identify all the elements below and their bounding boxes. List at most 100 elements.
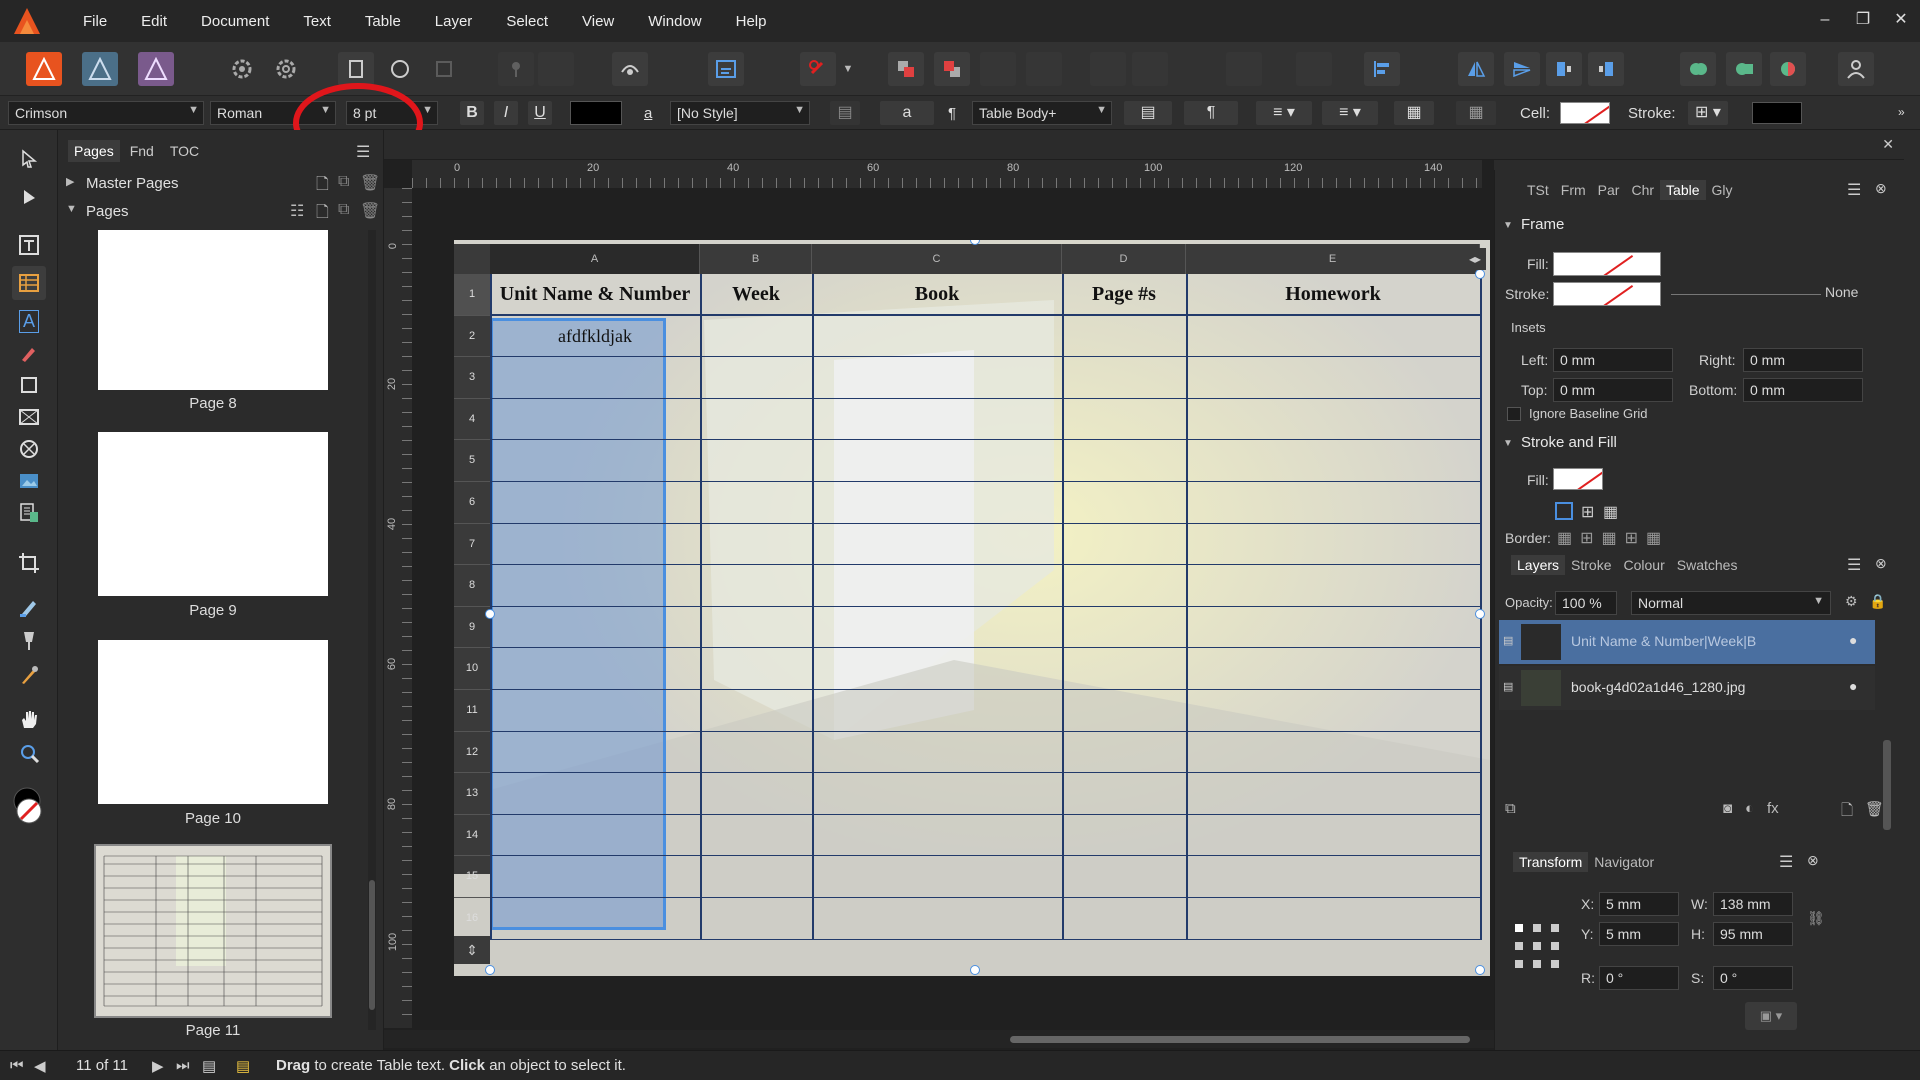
opacity-input[interactable]: 100 % xyxy=(1555,591,1617,615)
layer-expand-icon[interactable]: ▤ xyxy=(1503,680,1513,693)
preferences-gear-icon[interactable] xyxy=(224,52,260,86)
selection-handle[interactable] xyxy=(1475,965,1485,975)
horizontal-ruler[interactable]: 0 20 40 60 80 100 120 140 xyxy=(412,160,1482,188)
master-pages-section[interactable]: ▶ Master Pages 🗋 ⧉ 🗑 xyxy=(62,172,380,196)
border-options-icons[interactable]: ▦⊞▦⊞▦ xyxy=(1557,528,1669,548)
column-letter-a[interactable]: A xyxy=(490,244,700,274)
char-style-icon[interactable]: a xyxy=(644,105,652,122)
add-boolean-icon[interactable] xyxy=(1680,52,1716,86)
pen-tool-icon[interactable] xyxy=(12,336,46,370)
table-row[interactable] xyxy=(490,565,1480,607)
table-row[interactable] xyxy=(490,856,1480,898)
selection-handle[interactable] xyxy=(485,609,495,619)
link-dropdown-chevron-down-icon[interactable]: ▼ xyxy=(838,52,858,86)
column-letter-e[interactable]: E xyxy=(1186,244,1480,274)
row-number[interactable]: 7 xyxy=(454,524,490,566)
tab-transform[interactable]: Transform xyxy=(1513,852,1589,872)
vertical-ruler[interactable]: 0 20 40 60 80 100 xyxy=(384,188,412,1028)
tab-swatches[interactable]: Swatches xyxy=(1671,555,1744,575)
cell-fill-color-swatch[interactable] xyxy=(1553,468,1603,490)
delete-page-icon[interactable]: 🗑 xyxy=(360,201,380,221)
next-page-icon[interactable]: ▶ xyxy=(152,1057,164,1075)
stroke-border-icon[interactable]: ⊞ ▾ xyxy=(1688,101,1728,125)
transform-h-input[interactable]: 95 mm xyxy=(1713,922,1793,946)
tab-colour[interactable]: Colour xyxy=(1618,555,1671,575)
place-image-tool-icon[interactable] xyxy=(12,464,46,498)
font-family-select[interactable]: Crimson ▼ xyxy=(8,101,204,125)
border-mode-inner-icon[interactable]: ⊞ xyxy=(1581,502,1594,522)
add-page-icon[interactable]: 🗋 xyxy=(316,201,329,228)
row-number[interactable]: 3 xyxy=(454,357,490,399)
row-number[interactable]: 14 xyxy=(454,815,490,857)
row-number[interactable]: 2 xyxy=(454,316,490,358)
tab-table[interactable]: Table xyxy=(1660,180,1706,200)
selection-handle[interactable] xyxy=(1475,269,1485,279)
rotate-right-icon[interactable] xyxy=(1588,52,1624,86)
text-frame-icon[interactable] xyxy=(708,52,744,86)
designer-persona-icon[interactable] xyxy=(138,52,174,86)
page-thumbnail-10[interactable] xyxy=(98,640,328,804)
layer-row-table[interactable]: ▤ Unit Name & Number|Week|B ● xyxy=(1499,620,1875,664)
intersect-boolean-icon[interactable] xyxy=(1770,52,1806,86)
transform-close-icon[interactable]: ⊗ xyxy=(1807,852,1819,869)
arrange-back-icon[interactable] xyxy=(934,52,970,86)
transparency-tool-icon[interactable] xyxy=(12,624,46,658)
table-row[interactable] xyxy=(490,898,1480,940)
page-options-icon[interactable]: ☷ xyxy=(290,201,304,221)
spread-icon[interactable]: ▤ xyxy=(202,1057,216,1075)
ignore-baseline-checkbox[interactable] xyxy=(1507,407,1521,421)
rotate-left-icon[interactable] xyxy=(1546,52,1582,86)
row-number[interactable]: 1 xyxy=(454,274,490,316)
inset-top-input[interactable]: 0 mm xyxy=(1553,378,1673,402)
layer-mask-icon[interactable]: ◙ xyxy=(1723,800,1732,817)
tab-toc[interactable]: TOC xyxy=(164,140,205,162)
studio-menu-icon[interactable]: ☰ xyxy=(1847,180,1861,200)
table-header-cell[interactable]: Page #s xyxy=(1062,274,1186,316)
table-header-cell[interactable]: Book xyxy=(812,274,1062,316)
tab-paragraph[interactable]: Par xyxy=(1592,180,1626,200)
table-row[interactable] xyxy=(490,440,1480,482)
table-tool-icon[interactable] xyxy=(12,266,46,300)
minimize-icon[interactable]: – xyxy=(1806,0,1844,42)
frame-stroke-swatch[interactable] xyxy=(1553,282,1661,306)
menu-table[interactable]: Table xyxy=(348,13,418,30)
paragraph-style-select[interactable]: Table Body+ ▼ xyxy=(972,101,1112,125)
layer-duplicate-icon[interactable]: ⧉ xyxy=(1505,800,1516,817)
row-number[interactable]: 16 xyxy=(454,898,490,940)
zoom-tool-icon[interactable] xyxy=(12,736,46,770)
table-row[interactable] xyxy=(490,607,1480,649)
subtract-boolean-icon[interactable] xyxy=(1726,52,1762,86)
table-row[interactable] xyxy=(490,648,1480,690)
table-row[interactable] xyxy=(490,357,1480,399)
inset-left-input[interactable]: 0 mm xyxy=(1553,348,1673,372)
transform-options-button[interactable]: ▣ ▾ xyxy=(1745,1002,1797,1030)
menu-view[interactable]: View xyxy=(565,13,631,30)
pages-section[interactable]: ▼ Pages ☷ 🗋 ⧉ 🗑 xyxy=(62,200,380,224)
table-row[interactable] xyxy=(490,690,1480,732)
stroke-color-swatch[interactable] xyxy=(1752,102,1802,124)
table-header-cell[interactable]: Unit Name & Number xyxy=(490,274,700,316)
tab-pages[interactable]: Pages xyxy=(68,140,120,162)
cell-fill-swatch[interactable] xyxy=(1560,102,1610,124)
flip-vertical-icon[interactable] xyxy=(1504,52,1540,86)
tab-character[interactable]: Chr xyxy=(1625,180,1660,200)
menu-window[interactable]: Window xyxy=(631,13,718,30)
selection-handle[interactable] xyxy=(970,965,980,975)
table-row[interactable] xyxy=(490,732,1480,774)
layer-lock-icon[interactable]: 🔒 xyxy=(1869,593,1886,610)
aspect-lock-icon[interactable]: ⛓ xyxy=(1807,910,1825,927)
row-number[interactable]: 13 xyxy=(454,773,490,815)
move-tool-icon[interactable] xyxy=(12,142,46,176)
column-letter-c[interactable]: C xyxy=(812,244,1062,274)
layer-delete-icon[interactable]: 🗑 xyxy=(1865,800,1884,818)
row-number[interactable]: 10 xyxy=(454,648,490,690)
right-panel-scrollbar[interactable] xyxy=(1883,740,1891,830)
row-number[interactable]: 11 xyxy=(454,690,490,732)
menu-help[interactable]: Help xyxy=(719,13,784,30)
crop-tool-icon[interactable] xyxy=(12,546,46,580)
layer-add-icon[interactable]: 🗋 xyxy=(1841,800,1853,825)
duplicate-page-icon[interactable]: ⧉ xyxy=(338,201,349,219)
tab-find[interactable]: Fnd xyxy=(124,140,160,162)
character-style-select[interactable]: [No Style] ▼ xyxy=(670,101,810,125)
layers-menu-icon[interactable]: ☰ xyxy=(1847,555,1861,575)
